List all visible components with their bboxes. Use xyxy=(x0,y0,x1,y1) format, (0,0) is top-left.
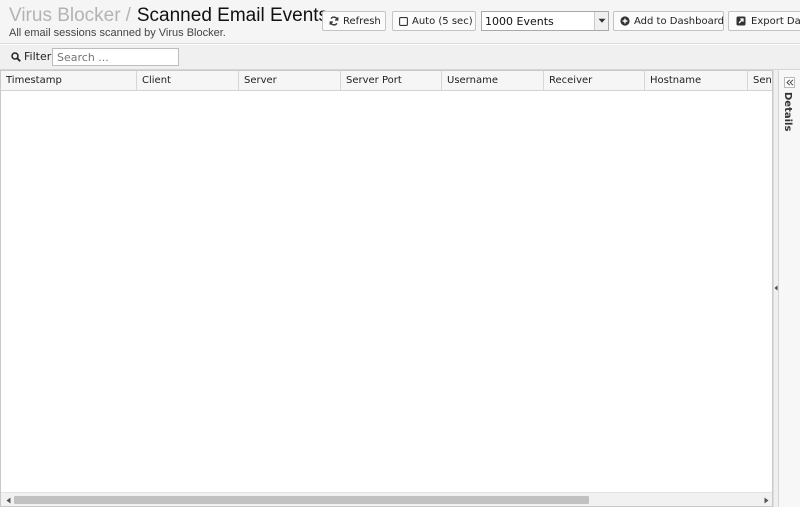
filter-label: Filter xyxy=(11,50,51,63)
column-header-client[interactable]: Client xyxy=(137,71,239,90)
column-header-username[interactable]: Username xyxy=(442,71,544,90)
breadcrumb-current: Scanned Email Events xyxy=(136,5,329,26)
export-data-button[interactable]: Export Da xyxy=(728,11,800,31)
grid-body xyxy=(1,91,772,492)
scrollbar-thumb[interactable] xyxy=(14,496,589,504)
refresh-label: Refresh xyxy=(343,15,381,27)
filter-label-text: Filter xyxy=(24,50,52,63)
export-icon xyxy=(735,15,747,27)
column-header-receiver[interactable]: Receiver xyxy=(544,71,645,90)
auto-refresh-label: Auto (5 sec) xyxy=(412,15,473,27)
search-icon xyxy=(11,51,21,62)
expand-details-icon[interactable] xyxy=(784,77,795,88)
refresh-button[interactable]: Refresh xyxy=(322,11,386,31)
breadcrumb-separator: / xyxy=(125,5,131,26)
grid-header: Timestamp Client Server Server Port User… xyxy=(1,71,772,91)
column-header-hostname[interactable]: Hostname xyxy=(645,71,748,90)
export-data-label: Export Da xyxy=(751,15,800,27)
scroll-right-icon[interactable] xyxy=(762,496,770,504)
details-panel: Details xyxy=(778,70,800,507)
checkbox-unchecked-icon[interactable] xyxy=(399,15,408,27)
horizontal-scrollbar[interactable] xyxy=(1,492,772,506)
app-window: Virus Blocker / Scanned Email Events All e… xyxy=(0,0,800,507)
chevron-down-icon[interactable] xyxy=(594,12,608,30)
column-header-server[interactable]: Server xyxy=(239,71,341,90)
refresh-icon xyxy=(329,15,339,27)
page-title: Virus Blocker / Scanned Email Events xyxy=(9,4,328,28)
details-panel-label[interactable]: Details xyxy=(782,92,793,131)
column-header-timestamp[interactable]: Timestamp xyxy=(1,71,137,90)
plus-circle-icon xyxy=(620,15,630,27)
page-subtitle: All email sessions scanned by Virus Bloc… xyxy=(9,27,226,39)
events-limit-value: 1000 Events xyxy=(485,14,554,28)
column-header-server-port[interactable]: Server Port xyxy=(341,71,442,90)
breadcrumb-parent[interactable]: Virus Blocker xyxy=(9,5,121,26)
column-header-sender[interactable]: Sender xyxy=(748,71,772,90)
scroll-left-icon[interactable] xyxy=(4,496,12,504)
auto-refresh-toggle[interactable]: Auto (5 sec) xyxy=(392,11,476,31)
filter-bar: Filter xyxy=(0,45,800,70)
events-grid: Timestamp Client Server Server Port User… xyxy=(0,70,773,507)
filter-search-input[interactable] xyxy=(52,48,179,66)
events-limit-select[interactable]: 1000 Events xyxy=(481,11,609,31)
add-to-dashboard-button[interactable]: Add to Dashboard xyxy=(613,11,724,31)
page-header: Virus Blocker / Scanned Email Events All e… xyxy=(0,0,800,44)
add-to-dashboard-label: Add to Dashboard xyxy=(634,15,724,27)
